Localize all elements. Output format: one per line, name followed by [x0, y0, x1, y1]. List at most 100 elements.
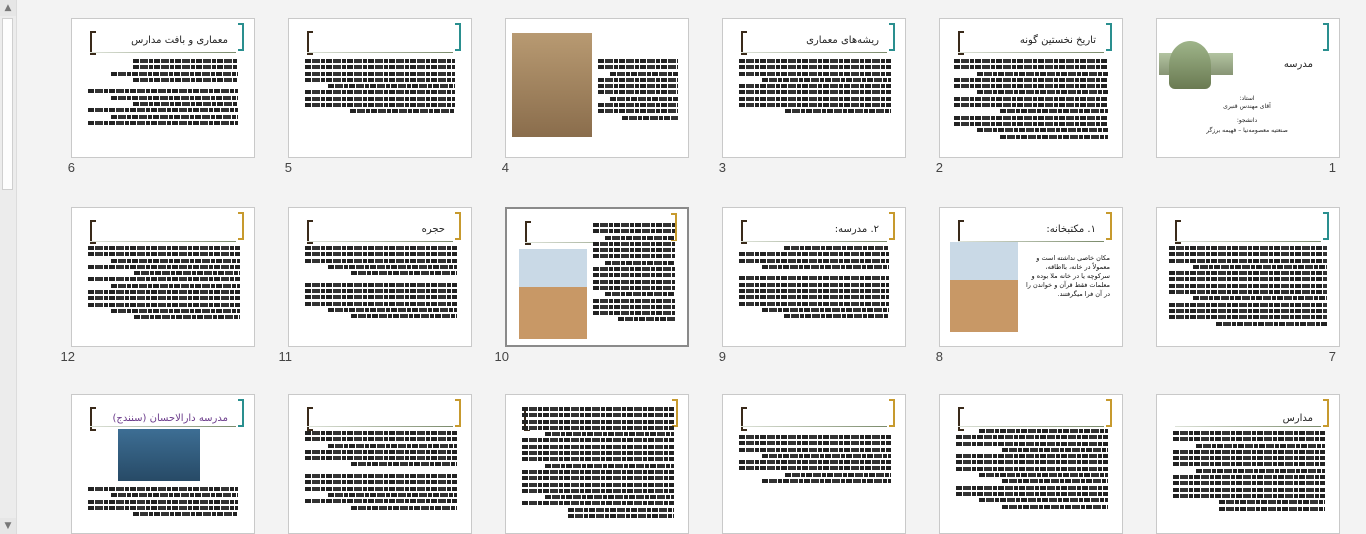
slide-6[interactable]: معماری و بافت مدارس — [71, 18, 255, 158]
accent-bracket — [889, 23, 895, 51]
slide-7[interactable] — [1156, 207, 1340, 347]
accent-bracket — [455, 399, 461, 427]
slide-thumbnail-7[interactable]: 7 — [1156, 207, 1340, 364]
slide-5[interactable] — [288, 18, 472, 158]
instructor-name: آقای مهندس قنبری — [1223, 103, 1271, 110]
slide-title: مدرسه — [1283, 59, 1313, 70]
slide-15[interactable] — [722, 394, 906, 534]
courtyard-photo — [512, 33, 592, 137]
slide-thumbnail-8[interactable]: ۱. مکتبخانه: مکان خاصی نداشته است و معمو… — [936, 207, 1123, 364]
slide-number: 4 — [501, 160, 509, 175]
slide-number: 8 — [935, 349, 943, 364]
slide-number: 9 — [718, 349, 726, 364]
slide-thumbnail-3[interactable]: ریشه‌های معماری 3 — [719, 18, 906, 175]
slide-number: 5 — [284, 160, 292, 175]
arch-photo — [950, 242, 1018, 332]
slide-thumbnail-14[interactable] — [939, 394, 1123, 534]
title-rule — [307, 52, 453, 53]
slide-thumbnail-15[interactable] — [722, 394, 906, 534]
accent-bracket — [1323, 23, 1329, 51]
accent-bracket — [238, 212, 244, 240]
slide-thumbnail-2[interactable]: تاریخ نخستین گونه 2 — [936, 18, 1123, 175]
scroll-up-arrow-icon[interactable]: ▲ — [0, 0, 16, 16]
slide-8[interactable]: ۱. مکتبخانه: مکان خاصی نداشته است و معمو… — [939, 207, 1123, 347]
title-rule — [958, 52, 1104, 53]
title-rule — [307, 241, 453, 242]
slide-title: مدرسه دارالاحسان (سنندج) — [112, 413, 229, 424]
accent-bracket — [1106, 212, 1112, 240]
slide-4[interactable] — [505, 18, 689, 158]
slide-number: 7 — [1328, 349, 1336, 364]
slide-title: ریشه‌های معماری — [806, 35, 879, 46]
slide-number: 12 — [60, 349, 75, 364]
accent-bracket — [1323, 212, 1329, 240]
body-text — [88, 487, 238, 531]
slide-17[interactable] — [288, 394, 472, 534]
slide-thumbnail-17[interactable] — [288, 394, 472, 534]
accent-bracket — [889, 212, 895, 240]
title-rule — [1175, 241, 1321, 242]
slide-18[interactable]: مدرسه دارالاحسان (سنندج) — [71, 394, 255, 534]
title-rule — [958, 426, 1104, 427]
slide-thumbnail-10[interactable]: 10 — [495, 207, 689, 364]
slide-9[interactable]: ۲. مدرسه: — [722, 207, 906, 347]
slide-thumbnail-6[interactable]: معماری و بافت مدارس 6 — [68, 18, 255, 175]
slide-number: 11 — [278, 349, 293, 364]
title-rule — [90, 426, 236, 427]
body-text — [954, 59, 1108, 151]
slide-2[interactable]: تاریخ نخستین گونه — [939, 18, 1123, 158]
slide-number: 3 — [718, 160, 726, 175]
accent-bracket — [889, 399, 895, 427]
accent-bracket — [1323, 399, 1329, 427]
slide-thumbnail-9[interactable]: ۲. مدرسه: 9 — [719, 207, 906, 364]
body-text — [1173, 431, 1325, 531]
title-rule — [741, 52, 887, 53]
scroll-down-arrow-icon[interactable]: ▼ — [0, 518, 16, 534]
accent-bracket — [238, 399, 244, 427]
accent-bracket — [1106, 399, 1112, 427]
body-text — [956, 429, 1108, 529]
slide-thumbnail-18[interactable]: مدرسه دارالاحسان (سنندج) — [71, 394, 255, 534]
body-text — [598, 59, 678, 139]
body-text — [522, 407, 674, 531]
accent-bracket — [455, 212, 461, 240]
slide-thumbnail-4[interactable]: 4 — [502, 18, 689, 175]
slide-thumbnail-12[interactable]: 12 — [61, 207, 255, 364]
slide-title: ۲. مدرسه: — [834, 224, 879, 235]
slide-number: 1 — [1328, 160, 1336, 175]
vertical-scrollbar[interactable]: ▲ ▼ — [0, 0, 17, 534]
body-text: مکان خاصی نداشته است و معمولاً در خانه، … — [1025, 254, 1110, 298]
title-rule — [90, 52, 236, 53]
slide-16[interactable] — [505, 394, 689, 534]
body-text — [305, 246, 457, 340]
body-text — [739, 59, 891, 129]
instructor-label: استاد: — [1239, 95, 1255, 102]
slide-1[interactable]: مدرسه استاد: آقای مهندس قنبری دانشجو: صن… — [1156, 18, 1340, 158]
slide-10[interactable] — [505, 207, 689, 347]
body-text — [88, 59, 238, 141]
slide-title: ۱. مکتبخانه: — [1046, 224, 1096, 235]
title-rule — [90, 241, 236, 242]
slide-thumbnail-1[interactable]: مدرسه استاد: آقای مهندس قنبری دانشجو: صن… — [1156, 18, 1340, 175]
accent-bracket — [1106, 23, 1112, 51]
student-label: دانشجو: — [1236, 117, 1258, 124]
slide-number: 2 — [935, 160, 943, 175]
mosque-photo — [1169, 41, 1211, 89]
slide-thumbnail-16[interactable] — [505, 394, 689, 534]
slide-thumbnail-5[interactable]: 5 — [285, 18, 472, 175]
body-text — [739, 435, 891, 495]
slide-11[interactable]: حجره — [288, 207, 472, 347]
scrollbar-thumb[interactable] — [2, 18, 13, 190]
body-text — [305, 59, 455, 129]
slide-14[interactable] — [939, 394, 1123, 534]
slide-title: مدارس — [1282, 413, 1313, 424]
slide-number: 10 — [494, 349, 509, 364]
slide-3[interactable]: ریشه‌های معماری — [722, 18, 906, 158]
slide-13[interactable]: مدارس — [1156, 394, 1340, 534]
slide-12[interactable] — [71, 207, 255, 347]
slide-thumbnail-13[interactable]: مدارس — [1156, 394, 1340, 534]
slide-thumbnail-11[interactable]: حجره 11 — [279, 207, 472, 364]
title-rule — [741, 426, 887, 427]
title-rule — [1175, 426, 1321, 427]
accent-bracket — [455, 23, 461, 51]
